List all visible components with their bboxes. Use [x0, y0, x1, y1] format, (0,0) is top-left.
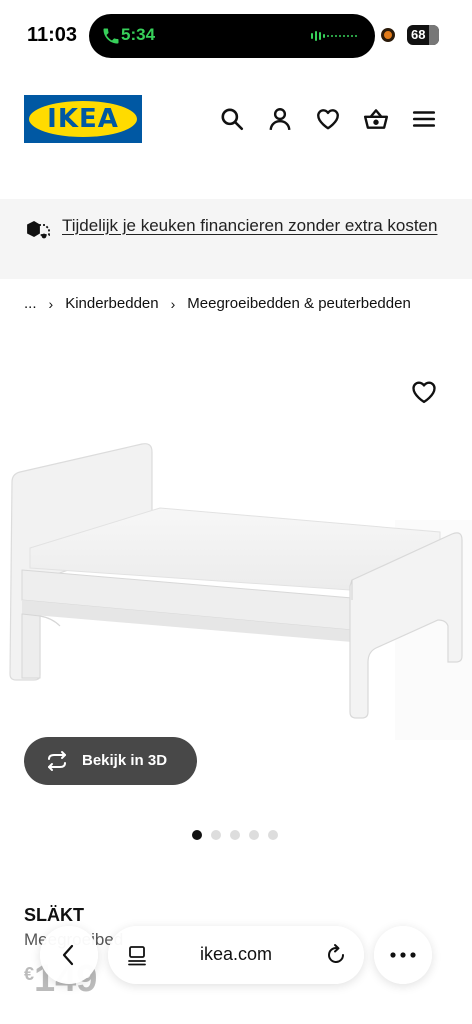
view-in-3d-label: Bekijk in 3D	[82, 752, 168, 769]
status-clock: 11:03	[27, 24, 78, 46]
basket-icon[interactable]	[363, 106, 389, 132]
breadcrumb-separator: ›	[48, 295, 54, 312]
delivery-truck-icon	[27, 220, 50, 239]
ikea-logo[interactable]: IKEA	[24, 95, 142, 143]
call-timer: 5:34	[121, 25, 156, 44]
browser-more-button[interactable]	[374, 926, 432, 984]
menu-icon[interactable]	[411, 106, 437, 132]
logo-text: IKEA	[47, 104, 119, 134]
battery-empty-portion	[429, 25, 439, 45]
recording-indicator-icon	[381, 28, 395, 42]
chevron-left-icon	[62, 944, 74, 966]
price-currency: €	[24, 964, 35, 984]
dynamic-island[interactable]: 5:34	[89, 14, 375, 58]
product-image[interactable]	[0, 430, 472, 740]
breadcrumb-ellipsis[interactable]: ...	[24, 295, 37, 312]
browser-address-bar[interactable]: ikea.com	[108, 926, 364, 984]
account-icon[interactable]	[267, 106, 293, 132]
battery-level: 68	[411, 27, 426, 42]
carousel-dot[interactable]	[249, 830, 259, 840]
site-header: IKEA	[0, 90, 472, 150]
add-to-favorites-heart-icon[interactable]	[410, 378, 438, 406]
promo-banner: Tijdelijk je keuken financieren zonder e…	[0, 199, 472, 279]
carousel-dot[interactable]	[268, 830, 278, 840]
carousel-dot[interactable]	[211, 830, 221, 840]
breadcrumb-separator: ›	[170, 295, 176, 312]
product-name: SLÄKT	[24, 905, 84, 925]
status-bar: 11:03 5:34 68	[0, 0, 472, 70]
heart-icon[interactable]	[315, 106, 341, 132]
breadcrumb-meegroeibedden[interactable]: Meegroeibedden & peuterbedden	[187, 295, 411, 312]
battery-icon: 68	[407, 25, 439, 45]
phone-icon	[103, 28, 119, 44]
promo-link[interactable]: Tijdelijk je keuken financieren zonder e…	[62, 213, 442, 238]
rotate-3d-icon	[48, 751, 66, 771]
breadcrumb-kinderbedden[interactable]: Kinderbedden	[65, 295, 158, 312]
view-in-3d-button[interactable]: Bekijk in 3D	[24, 737, 197, 785]
more-dots-icon	[390, 952, 416, 958]
carousel-dots	[192, 830, 278, 840]
logo-ellipse: IKEA	[29, 101, 137, 137]
browser-back-button[interactable]	[40, 926, 98, 984]
reload-icon[interactable]	[324, 943, 348, 967]
carousel-dot[interactable]	[230, 830, 240, 840]
search-icon[interactable]	[219, 106, 245, 132]
audio-wave-icon	[311, 31, 357, 41]
breadcrumb: ... › Kinderbedden › Meegroeibedden & pe…	[24, 295, 411, 312]
carousel-dot[interactable]	[192, 830, 202, 840]
